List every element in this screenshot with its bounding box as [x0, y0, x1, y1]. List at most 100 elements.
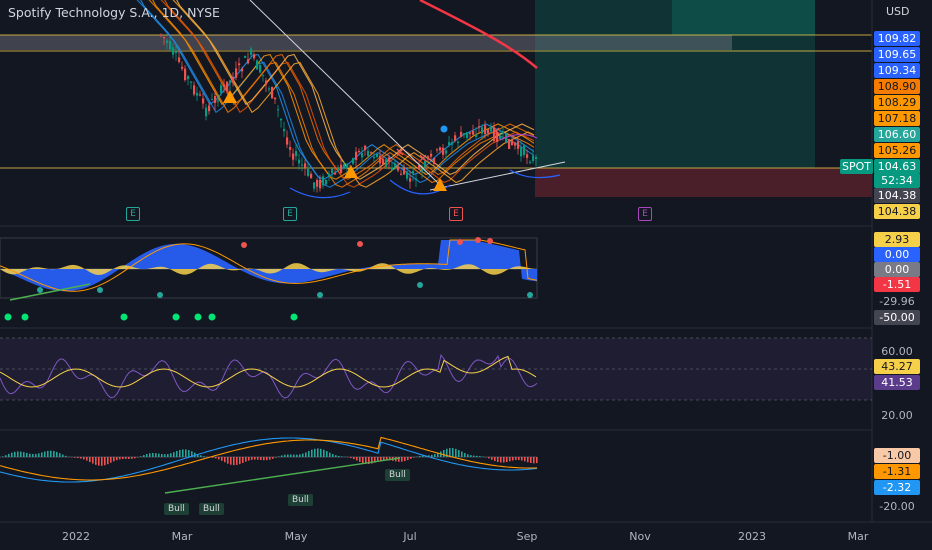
macd-histogram-bar: [53, 451, 55, 457]
macd-histogram-bar: [413, 457, 415, 458]
candle-body: [220, 85, 223, 93]
candle-body: [370, 152, 373, 154]
candle-body: [397, 166, 400, 171]
candle-body: [502, 131, 505, 134]
macd-histogram-bar: [110, 457, 112, 463]
macd-histogram-bar: [233, 457, 235, 466]
macd-histogram-bar: [11, 452, 13, 457]
price-label: 109.65: [874, 47, 920, 62]
macd-histogram-bar: [326, 451, 328, 457]
candle-body: [454, 135, 457, 141]
candle-body: [340, 164, 343, 174]
cross-dot: [157, 292, 163, 298]
macd-histogram-bar: [458, 450, 460, 457]
candle-body: [403, 167, 406, 175]
stop-zone: [535, 168, 872, 197]
macd-label: -1.31: [874, 464, 920, 479]
macd-histogram-bar: [302, 453, 304, 457]
macd-histogram-bar: [536, 457, 538, 464]
candle-body: [406, 171, 409, 179]
macd-histogram-bar: [98, 457, 100, 466]
macd-histogram-bar: [26, 452, 28, 457]
macd-histogram-bar: [83, 457, 85, 460]
macd-histogram-bar: [320, 448, 322, 457]
macd-histogram-bar: [524, 457, 526, 462]
macd-histogram-bar: [341, 456, 343, 457]
bull-label: Bull: [288, 494, 313, 506]
macd-histogram-bar: [488, 457, 490, 459]
macd-histogram-bar: [176, 451, 178, 457]
macd-histogram-bar: [236, 457, 238, 465]
earnings-marker[interactable]: E: [283, 207, 297, 221]
candle-body: [292, 153, 295, 160]
macd-histogram-bar: [284, 454, 286, 457]
price-label: 106.60: [874, 127, 920, 142]
macd-histogram-bar: [509, 457, 511, 462]
macd-histogram-bar: [32, 453, 34, 457]
macd-histogram-bar: [62, 454, 64, 457]
candle-body: [226, 81, 229, 92]
earnings-marker[interactable]: E: [126, 207, 140, 221]
candle-body: [199, 94, 202, 96]
candle-body: [415, 178, 418, 180]
macd-histogram-bar: [329, 452, 331, 457]
candle-body: [319, 179, 322, 189]
ma-200-line: [419, 0, 538, 69]
macd-histogram-bar: [221, 457, 223, 461]
macd-histogram-bar: [401, 457, 403, 462]
macd-histogram-bar: [152, 453, 154, 457]
macd-histogram-bar: [65, 455, 67, 457]
macd-histogram-bar: [515, 457, 517, 461]
macd-histogram-bar: [167, 453, 169, 457]
macd-histogram-bar: [248, 457, 250, 461]
macd-histogram-bar: [2, 456, 4, 457]
candle-body: [316, 179, 319, 187]
candle-body: [409, 178, 412, 182]
moving-average-line: [140, 0, 535, 180]
bull-label: Bull: [385, 469, 410, 481]
cross-dot: [37, 287, 43, 293]
candle-body: [460, 132, 463, 137]
earnings-marker[interactable]: E: [449, 207, 463, 221]
osc-label: -1.51: [874, 277, 920, 292]
resistance-band: [0, 35, 732, 50]
candle-body: [442, 147, 445, 155]
macd-histogram-bar: [269, 457, 271, 460]
candle-body: [268, 88, 271, 90]
rsi-label: 43.27: [874, 359, 920, 374]
candle-body: [376, 153, 379, 158]
candle-body: [433, 157, 436, 164]
target-zone-upper: [672, 0, 815, 35]
macd-histogram-bar: [467, 454, 469, 457]
moving-average-line: [172, 0, 535, 188]
earnings-marker[interactable]: E: [638, 207, 652, 221]
macd-histogram-bar: [224, 457, 226, 463]
candle-body: [457, 141, 460, 143]
candle-body: [346, 164, 349, 168]
chart-canvas[interactable]: [0, 0, 932, 550]
macd-histogram-bar: [125, 457, 127, 459]
buy-dot: [120, 313, 128, 321]
candle-body: [523, 145, 526, 155]
candle-body: [427, 156, 430, 160]
osc-label: -50.00: [874, 310, 920, 325]
macd-histogram-bar: [299, 454, 301, 457]
macd-histogram-bar: [215, 457, 217, 459]
macd-histogram-bar: [59, 453, 61, 457]
macd-histogram-bar: [38, 453, 40, 457]
macd-histogram-bar: [305, 452, 307, 457]
candle-body: [286, 137, 289, 145]
price-label: 108.29: [874, 95, 920, 110]
macd-histogram-bar: [242, 457, 244, 463]
candle-body: [382, 158, 385, 165]
macd-histogram-bar: [479, 456, 481, 457]
macd-histogram-bar: [230, 457, 232, 465]
symbol-label: SPOT: [840, 159, 873, 174]
candle-body: [313, 182, 316, 189]
candle-body: [535, 157, 538, 160]
candle-body: [478, 126, 481, 128]
candle-body: [223, 84, 226, 87]
macd-histogram-bar: [359, 457, 361, 462]
rsi-label: 60.00: [881, 345, 913, 358]
candle-body: [400, 173, 403, 175]
